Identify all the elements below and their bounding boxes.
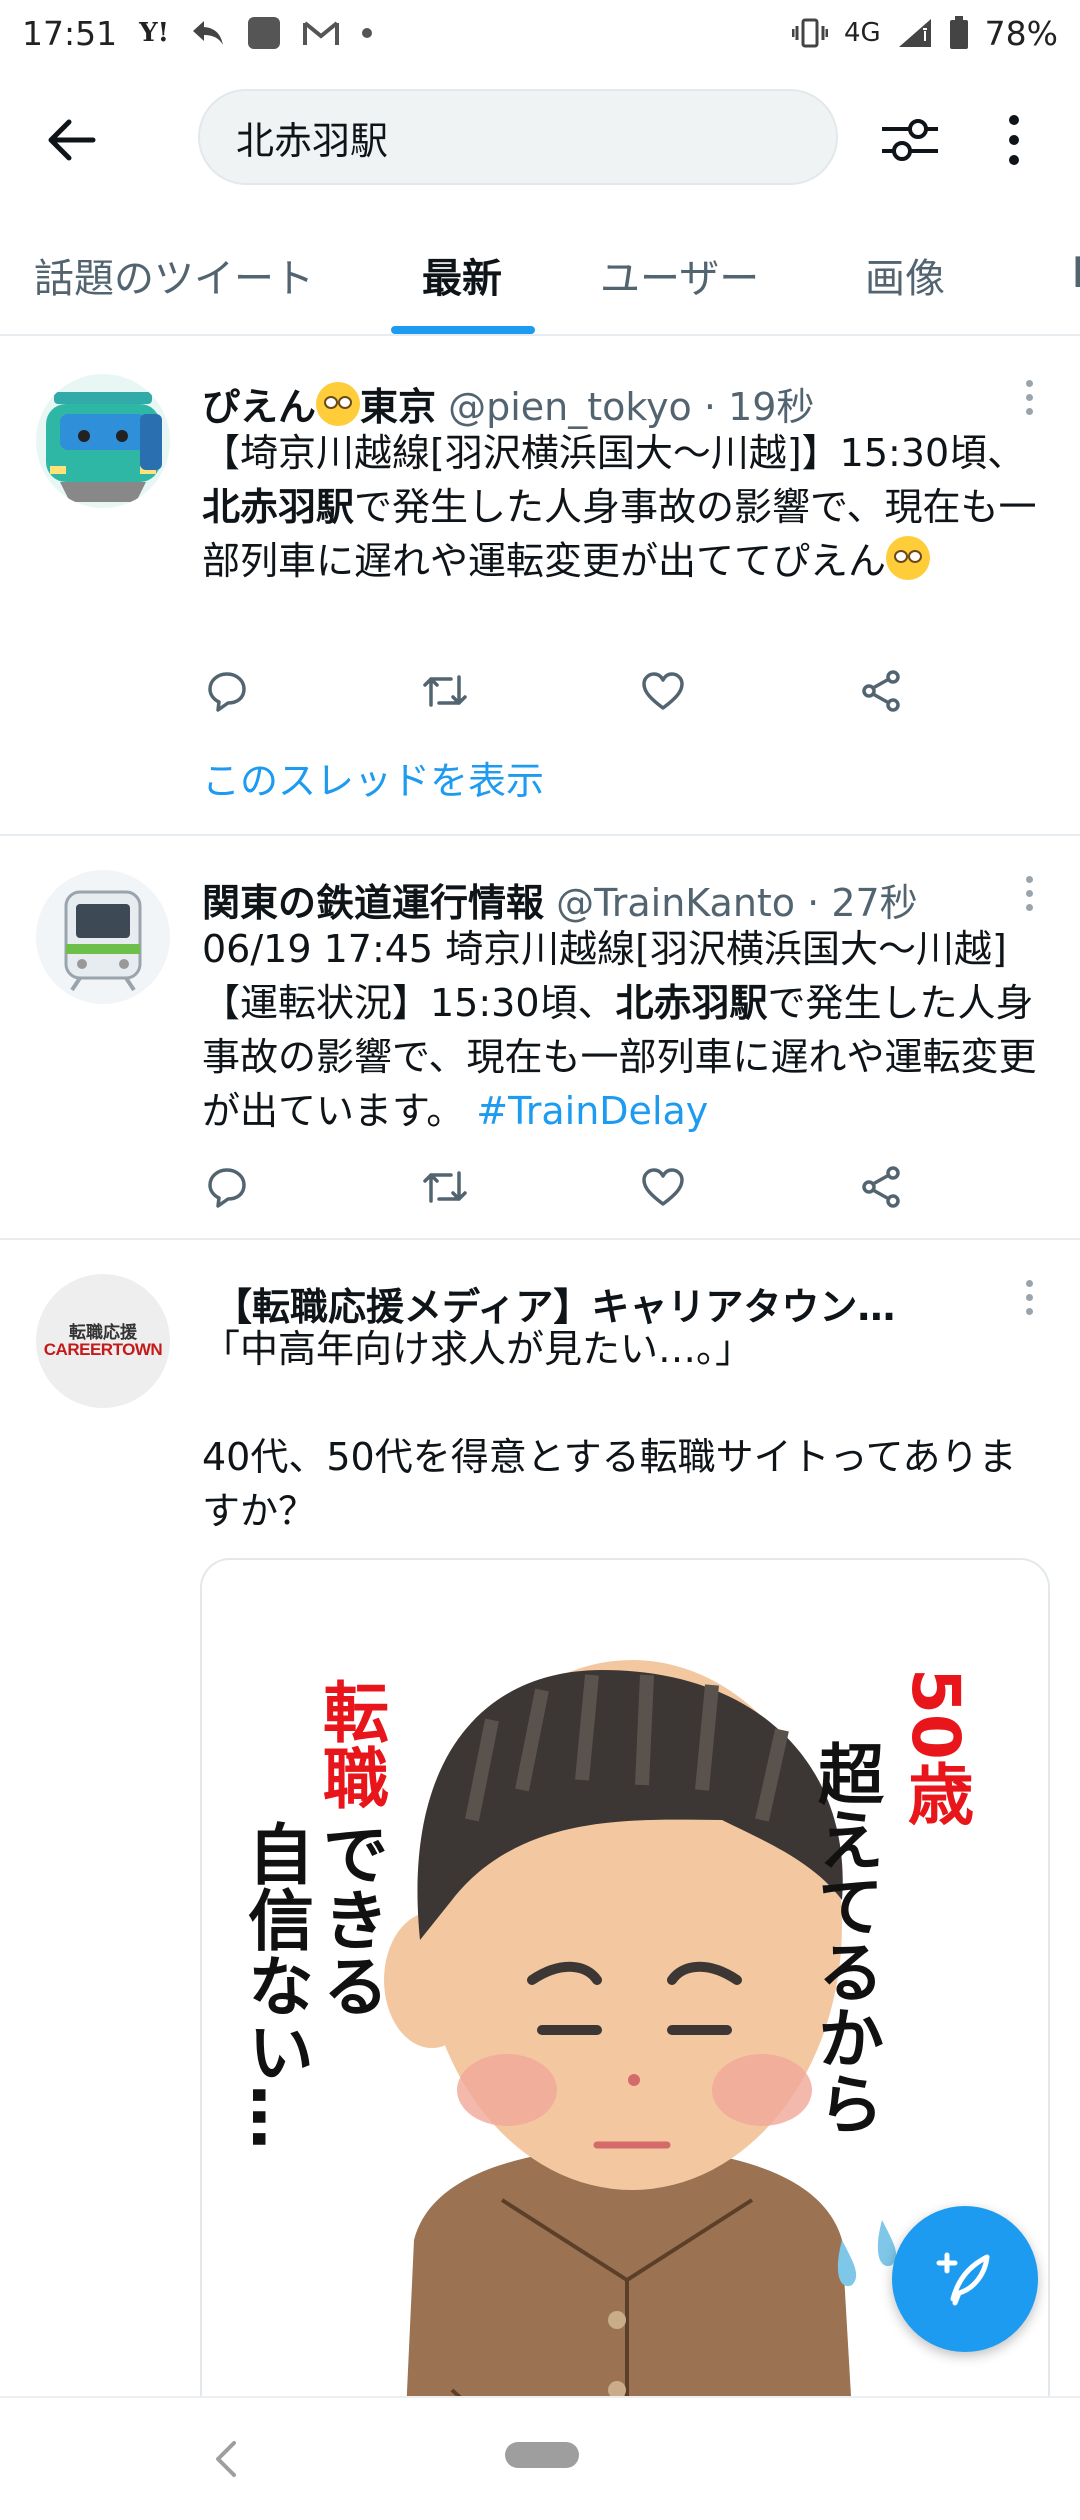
retweet-button[interactable] [420,666,470,716]
separator-dot: · [807,881,832,925]
avatar[interactable] [36,374,170,508]
reply-button[interactable] [202,1162,252,1212]
retweet-button[interactable] [420,1162,470,1212]
train-avatar-icon [36,870,170,1004]
author-name[interactable]: 関東の鉄道運行情報 [202,881,544,925]
image-text-job-change: 転職 [312,1678,389,1810]
tweet-time: 27秒 [831,881,918,925]
tweet-text: 【埼京川越線[羽沢横浜国大〜川越]】15:30頃、北赤羽駅で発生した人身事故の影… [202,431,1037,583]
yahoo-icon: Y! [139,18,170,48]
gmail-icon [303,19,340,47]
reply-button[interactable] [202,666,252,716]
share-button[interactable] [856,1162,906,1212]
battery-icon [949,16,969,50]
pleading-face-emoji-icon [316,382,361,426]
system-nav-bar [0,2396,1080,2520]
author-name[interactable]: ぴえん 東京 [202,382,436,429]
compose-tweet-button[interactable] [892,2206,1038,2352]
search-filter-button[interactable] [874,104,946,176]
tweet-text: 「中高年向け求人が見たい…。」 40代、50代を得意とする転職サイトってあります… [202,1327,1017,1533]
app-notification-icon [247,16,281,50]
avatar[interactable] [36,870,170,1004]
more-vertical-icon [1009,115,1019,165]
share-button[interactable] [856,666,906,716]
tweet-time: 19秒 [728,385,815,429]
search-tabs: 話題のツイート 最新 ユーザー 画像 ■ [0,226,1080,336]
search-input[interactable]: 北赤羽駅 [198,89,838,185]
train-character-avatar-icon [36,374,170,508]
avatar[interactable]: 転職応援 CAREERTOWN [36,1274,170,1408]
chevron-left-icon [216,2441,236,2477]
tweet-text: 06/19 17:45 埼京川越線[羽沢横浜国大〜川越]【運転状況】15:30頃… [202,927,1037,1133]
search-match: 北赤羽駅 [615,981,768,1025]
tweet[interactable]: 関東の鉄道運行情報 @TrainKanto · 27秒 06/19 17:45 … [0,836,1080,1240]
tweet[interactable]: ぴえん 東京 @pien_tokyo · 19秒 【埼京川越線[羽沢横浜国大〜川越… [0,338,1080,836]
show-thread-link[interactable]: このスレッドを表示 [202,750,544,805]
nav-home-pill[interactable] [505,2442,579,2468]
compose-feather-icon [936,2252,990,2306]
image-text-can: できる [312,1820,389,2018]
tab-top-tweets[interactable]: 話題のツイート [34,246,314,304]
back-button[interactable] [36,104,108,176]
tab-images[interactable]: 画像 [865,246,945,304]
tab-more-partial[interactable]: ■ [1072,246,1080,292]
reply-icon [208,672,246,712]
heart-icon [642,1168,684,1206]
separator-dot: · [703,385,729,429]
status-bar: 17:51 Y! 4G 78% [0,0,1080,66]
tweet-media-image[interactable]: 50歳 超えてるから 転職 できる 自信ない… [200,1558,1050,2498]
app-bar: 北赤羽駅 [0,78,1080,196]
heart-icon [642,672,684,710]
back-arrow-icon [48,119,96,161]
pleading-face-emoji-icon [886,536,931,580]
sliders-icon [882,119,938,161]
hashtag-link[interactable]: #TrainDelay [476,1089,708,1133]
tweet-actions [202,666,902,726]
tweet-options-button[interactable] [1014,868,1044,918]
signal-icon [897,17,933,49]
author-handle: @TrainKanto [556,881,796,925]
tweet-options-button[interactable] [1014,1272,1044,1322]
nav-back-button[interactable] [206,2434,246,2484]
share-icon [862,1166,900,1208]
network-type: 4G [843,18,881,48]
battery-level: 78% [984,13,1058,53]
tweet-header: ぴえん 東京 @pien_tokyo · 19秒 [202,376,1020,431]
vibrate-icon [791,18,828,48]
tab-users[interactable]: ユーザー [600,246,759,304]
image-text-over: 超えてるから [807,1740,884,2136]
author-handle: @pien_tokyo [448,385,692,429]
careertown-logo-icon: 転職応援 CAREERTOWN [43,1323,163,1359]
tweet-actions [202,1162,902,1222]
retweet-icon [423,1171,467,1203]
image-text-age: 50歳 [897,1668,974,1826]
more-notifications-dot-icon [361,27,373,39]
tweet-header: 関東の鉄道運行情報 @TrainKanto · 27秒 [202,872,1020,927]
status-time: 17:51 [22,13,118,53]
active-tab-indicator [391,326,535,334]
search-query: 北赤羽駅 [236,118,389,163]
like-button[interactable] [638,1162,688,1212]
overflow-menu-button[interactable] [984,104,1044,176]
retweet-icon [423,675,467,707]
like-button[interactable] [638,666,688,716]
share-icon [862,670,900,712]
tweet-options-button[interactable] [1014,372,1044,422]
reply-icon [208,1168,246,1208]
tab-latest[interactable]: 最新 [422,246,502,304]
reply-arrow-icon [191,18,225,48]
image-text-no-confidence: 自信ない… [237,1820,314,2150]
search-match: 北赤羽駅 [202,485,355,529]
